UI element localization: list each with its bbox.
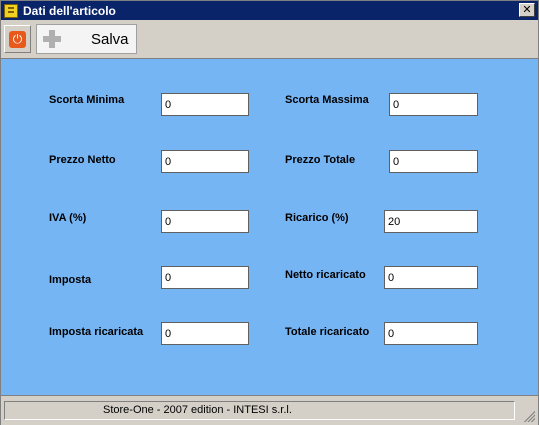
scorta-massima-field[interactable] [389, 93, 478, 116]
app-window: Dati dell'articolo ✕ ⏻ Salva Scorta Mini… [0, 0, 539, 425]
ricarico-field[interactable] [384, 210, 478, 233]
app-icon [4, 3, 18, 18]
close-icon: ✕ [522, 3, 532, 16]
save-button-label: Salva [91, 30, 129, 48]
imposta-ricaricata-label: Imposta ricaricata [49, 326, 144, 338]
window-title: Dati dell'articolo [23, 3, 116, 18]
power-icon: ⏻ [9, 30, 26, 48]
title-bar[interactable]: Dati dell'articolo ✕ [1, 1, 538, 20]
status-bar: Store-One - 2007 edition - INTESI s.r.l. [1, 395, 538, 425]
status-text: Store-One - 2007 edition - INTESI s.r.l. [103, 404, 292, 416]
imposta-field[interactable] [161, 266, 249, 289]
article-form: Scorta Minima Scorta Massima Prezzo Nett… [1, 59, 538, 395]
totale-ricaricato-label: Totale ricaricato [285, 326, 370, 338]
toolbar: ⏻ Salva [1, 20, 538, 59]
netto-ricaricato-field[interactable] [384, 266, 478, 289]
prezzo-totale-field[interactable] [389, 150, 478, 173]
prezzo-netto-field[interactable] [161, 150, 249, 173]
scorta-minima-label: Scorta Minima [49, 94, 125, 106]
iva-label: IVA (%) [49, 212, 87, 224]
prezzo-totale-label: Prezzo Totale [285, 154, 356, 166]
iva-field[interactable] [161, 210, 249, 233]
totale-ricaricato-field[interactable] [384, 322, 478, 345]
imposta-label: Imposta [49, 274, 92, 286]
netto-ricaricato-label: Netto ricaricato [285, 269, 366, 281]
close-button[interactable]: ✕ [519, 3, 535, 17]
exit-button[interactable]: ⏻ [4, 25, 31, 53]
prezzo-netto-label: Prezzo Netto [49, 154, 116, 166]
plus-icon [42, 29, 62, 49]
imposta-ricaricata-field[interactable] [161, 322, 249, 345]
save-button[interactable]: Salva [36, 24, 137, 54]
ricarico-label: Ricarico (%) [285, 212, 349, 224]
scorta-minima-field[interactable] [161, 93, 249, 116]
resize-grip-icon[interactable] [521, 408, 535, 422]
scorta-massima-label: Scorta Massima [285, 94, 369, 106]
